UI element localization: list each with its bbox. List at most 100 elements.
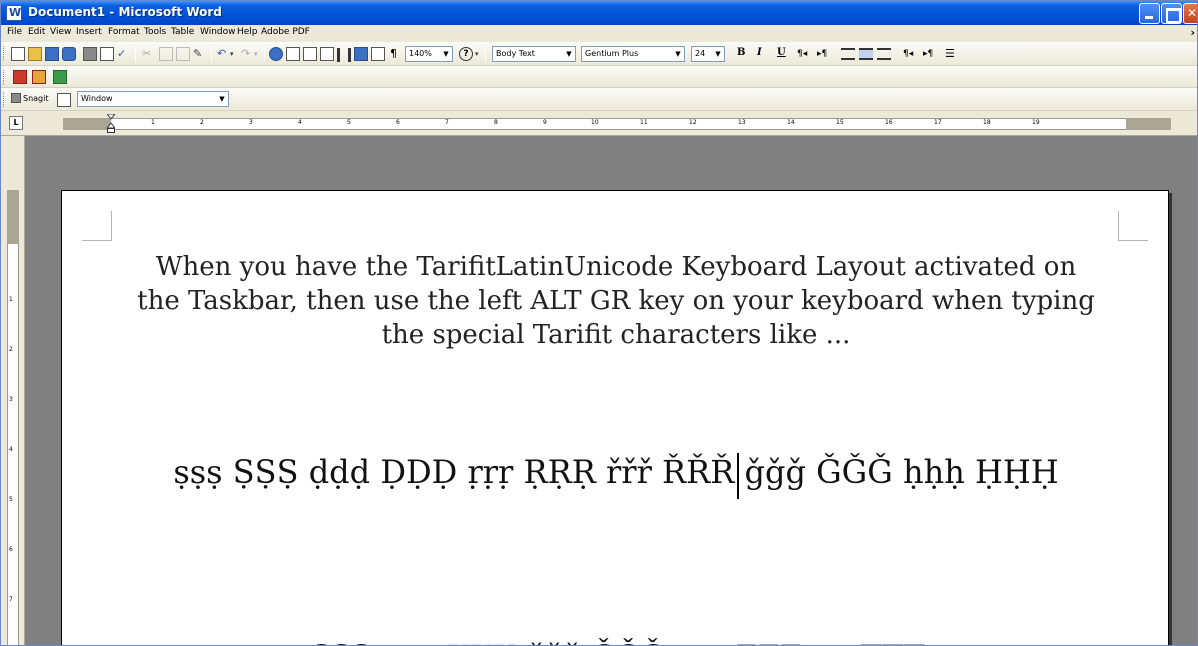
ruler-number: 1 — [151, 119, 155, 126]
underline-button[interactable]: U — [777, 47, 786, 58]
redo-icon[interactable]: ↷ — [241, 47, 250, 61]
bold-button[interactable]: B — [737, 47, 745, 58]
maximize-button[interactable] — [1161, 3, 1182, 24]
tab-selector-icon[interactable]: L — [9, 116, 23, 130]
menu-insert[interactable]: Insert — [76, 27, 102, 37]
special-characters-line-2[interactable]: ɛɛɛ ƐƐƐ ɣɣɣ ƔƔƔ ččč ČČČ ẓẓẓ ẒẒẒ ṭṭṭ ṬṬṬ … — [62, 638, 1170, 645]
window-title: Document1 - Microsoft Word — [28, 5, 222, 19]
open-folder-icon[interactable] — [28, 47, 42, 61]
print-preview-icon[interactable] — [100, 47, 114, 61]
ruler-number: 9 — [543, 119, 547, 126]
paste-icon[interactable] — [176, 47, 190, 61]
menu-help[interactable]: Help — [237, 27, 258, 37]
redo-dropdown-icon[interactable]: ▾ — [254, 47, 258, 61]
horizontal-ruler[interactable]: L 1 2 3 4 5 6 7 8 9 10 11 12 13 14 15 16… — [1, 111, 1197, 136]
insert-excel-icon[interactable] — [320, 47, 334, 61]
pdf-review-icon[interactable] — [53, 70, 67, 84]
menu-edit[interactable]: Edit — [28, 27, 45, 37]
document-page[interactable]: When you have the TarifitLatinUnicode Ke… — [61, 190, 1170, 645]
ruler-number: 13 — [738, 119, 746, 126]
align-center-icon[interactable] — [859, 48, 873, 60]
menu-tools[interactable]: Tools — [144, 27, 166, 37]
ruler-number: 10 — [591, 119, 599, 126]
menu-file[interactable]: File — [7, 27, 22, 37]
vruler-number: 2 — [9, 346, 13, 353]
title-bar[interactable]: Document1 - Microsoft Word — [1, 1, 1197, 25]
chevron-down-icon[interactable]: ▼ — [713, 48, 723, 60]
format-painter-icon[interactable]: ✎ — [193, 47, 202, 61]
vertical-ruler-top-margin — [7, 190, 19, 244]
numbering-icon[interactable]: ☰ — [945, 47, 955, 61]
snagit-icon[interactable] — [11, 93, 21, 103]
menu-adobe-pdf[interactable]: Adobe PDF — [261, 27, 310, 37]
toolbar-handle[interactable] — [3, 92, 6, 107]
menu-view[interactable]: View — [50, 27, 71, 37]
font-size-combo[interactable]: 24 ▼ — [691, 46, 725, 62]
close-button[interactable] — [1183, 3, 1197, 24]
columns-icon[interactable] — [337, 48, 351, 62]
vruler-number: 7 — [9, 596, 13, 603]
font-value: Gentium Plus — [585, 49, 639, 58]
insert-table-icon[interactable] — [303, 47, 317, 61]
align-right-icon[interactable] — [877, 48, 891, 60]
snagit-button[interactable]: Snagit — [23, 94, 49, 103]
minimize-button[interactable] — [1139, 3, 1160, 24]
convert-to-pdf-icon[interactable] — [13, 70, 27, 84]
menu-overflow-icon[interactable]: › — [1190, 26, 1195, 39]
rtl-paragraph-icon[interactable]: ▸¶ — [817, 47, 827, 61]
cut-icon[interactable]: ✂ — [142, 47, 151, 61]
ruler-number: 4 — [298, 119, 302, 126]
menu-table[interactable]: Table — [171, 27, 194, 37]
word-app-icon[interactable] — [6, 5, 22, 21]
copy-icon[interactable] — [159, 47, 173, 61]
document-map-icon[interactable] — [371, 47, 385, 61]
menu-format[interactable]: Format — [108, 27, 140, 37]
vertical-ruler-strip[interactable] — [7, 190, 19, 645]
rtl-icon[interactable]: ▸¶ — [923, 47, 933, 61]
tables-borders-icon[interactable] — [286, 47, 300, 61]
chevron-down-icon[interactable]: ▼ — [564, 48, 574, 60]
ruler-strip[interactable] — [63, 118, 1171, 130]
hyperlink-icon[interactable] — [269, 47, 283, 61]
toolbar-separator — [211, 46, 212, 62]
ruler-number: 18 — [983, 119, 991, 126]
drawing-icon[interactable] — [354, 47, 368, 61]
ruler-number: 2 — [200, 119, 204, 126]
snagit-toolbar: Snagit Window ▼ — [1, 88, 1197, 111]
undo-icon[interactable]: ↶ — [217, 47, 226, 61]
align-left-icon[interactable] — [841, 48, 855, 60]
ltr-paragraph-icon[interactable]: ¶◂ — [797, 47, 807, 61]
chevron-down-icon[interactable]: ▼ — [673, 48, 683, 60]
spelling-icon[interactable]: ✓ — [117, 47, 126, 61]
toolbar-handle[interactable] — [3, 70, 6, 85]
font-combo[interactable]: Gentium Plus ▼ — [581, 46, 685, 62]
menu-bar: File Edit View Insert Format Tools Table… — [1, 25, 1197, 42]
style-combo[interactable]: Body Text ▼ — [492, 46, 576, 62]
vertical-ruler[interactable]: 1 2 3 4 5 6 7 — [1, 136, 25, 645]
paragraph-line: the special Tarifit characters like ... — [381, 319, 851, 350]
chevron-down-icon[interactable]: ▼ — [217, 93, 227, 105]
special-characters-line-1[interactable]: ṣṣṣ ṢṢṢ ḍḍḍ ḌḌḌ ṛṛṛ ṚṚṚ řřř ŘŘŘ ǧǧǧ ǦǦǦ … — [62, 453, 1170, 491]
snagit-settings-icon[interactable] — [57, 93, 71, 107]
print-icon[interactable] — [83, 47, 97, 61]
indent-marker-icon[interactable] — [107, 114, 115, 133]
capture-mode-combo[interactable]: Window ▼ — [77, 91, 229, 107]
ruler-number: 16 — [885, 119, 893, 126]
help-dropdown-icon[interactable]: ▾ — [475, 47, 479, 61]
ltr-icon[interactable]: ¶◂ — [903, 47, 913, 61]
menu-window[interactable]: Window — [200, 27, 236, 37]
pdf-email-icon[interactable] — [32, 70, 46, 84]
new-document-icon[interactable] — [11, 47, 25, 61]
document-area[interactable]: When you have the TarifitLatinUnicode Ke… — [25, 136, 1197, 645]
ruler-number: 3 — [249, 119, 253, 126]
chevron-down-icon[interactable]: ▼ — [441, 48, 451, 60]
help-icon[interactable]: ? — [459, 47, 473, 61]
italic-button[interactable]: I — [757, 47, 762, 58]
save-icon[interactable] — [45, 47, 59, 61]
zoom-combo[interactable]: 140% ▼ — [405, 46, 453, 62]
toolbar-handle[interactable] — [3, 46, 6, 61]
ruler-number: 19 — [1032, 119, 1040, 126]
undo-dropdown-icon[interactable]: ▾ — [230, 47, 234, 61]
show-hide-icon[interactable]: ¶ — [390, 47, 397, 61]
permission-icon[interactable] — [62, 47, 76, 61]
